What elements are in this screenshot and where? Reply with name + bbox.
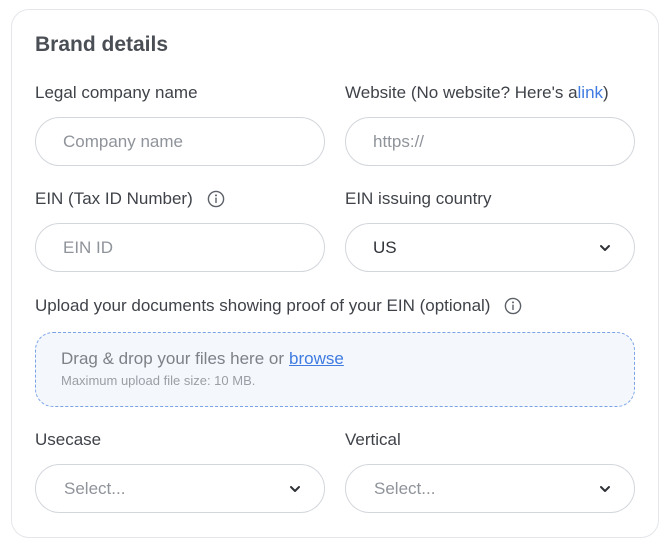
info-icon[interactable] bbox=[504, 297, 522, 315]
ein-country-select[interactable]: US bbox=[345, 223, 635, 272]
ein-country-label: EIN issuing country bbox=[345, 189, 491, 209]
ein-label: EIN (Tax ID Number) bbox=[35, 189, 225, 209]
website-label-suffix: ) bbox=[603, 83, 609, 102]
legal-company-name-label-text: Legal company name bbox=[35, 83, 198, 102]
usecase-label-text: Usecase bbox=[35, 430, 102, 449]
vertical-value: Select... bbox=[374, 478, 436, 498]
usecase-label: Usecase bbox=[35, 430, 101, 450]
usecase-value: Select... bbox=[64, 478, 126, 498]
legal-company-name-label: Legal company name bbox=[35, 83, 198, 103]
dropzone-text: Drag & drop your files here or browse bbox=[61, 349, 609, 369]
upload-label: Upload your documents showing proof of y… bbox=[35, 296, 522, 316]
chevron-down-icon bbox=[598, 241, 612, 255]
chevron-down-icon bbox=[288, 482, 302, 496]
section-title: Brand details bbox=[35, 33, 169, 56]
website-input[interactable] bbox=[371, 130, 609, 153]
company-name-field[interactable] bbox=[35, 117, 325, 166]
dropzone-instructions: Drag & drop your files here or bbox=[61, 349, 284, 368]
max-upload-size-note: Maximum upload file size: 10 MB. bbox=[61, 373, 256, 388]
usecase-select[interactable]: Select... bbox=[35, 464, 325, 513]
chevron-down-icon bbox=[598, 482, 612, 496]
vertical-label: Vertical bbox=[345, 430, 401, 450]
ein-label-text: EIN (Tax ID Number) bbox=[35, 189, 193, 208]
upload-label-text: Upload your documents showing proof of y… bbox=[35, 296, 491, 315]
ein-id-input[interactable] bbox=[61, 236, 299, 259]
file-dropzone[interactable]: Drag & drop your files here or browse Max… bbox=[35, 332, 635, 407]
ein-id-field[interactable] bbox=[35, 223, 325, 272]
ein-country-value: US bbox=[373, 237, 397, 257]
info-icon[interactable] bbox=[207, 190, 225, 208]
vertical-select[interactable]: Select... bbox=[345, 464, 635, 513]
website-label-prefix: Website (No website? Here's a bbox=[345, 83, 578, 102]
vertical-label-text: Vertical bbox=[345, 430, 401, 449]
ein-country-label-text: EIN issuing country bbox=[345, 189, 492, 208]
browse-link[interactable]: browse bbox=[289, 349, 344, 368]
company-name-input[interactable] bbox=[61, 130, 299, 153]
website-label: Website (No website? Here's a link) bbox=[345, 83, 609, 103]
website-field[interactable] bbox=[345, 117, 635, 166]
website-help-link[interactable]: link bbox=[578, 83, 604, 103]
